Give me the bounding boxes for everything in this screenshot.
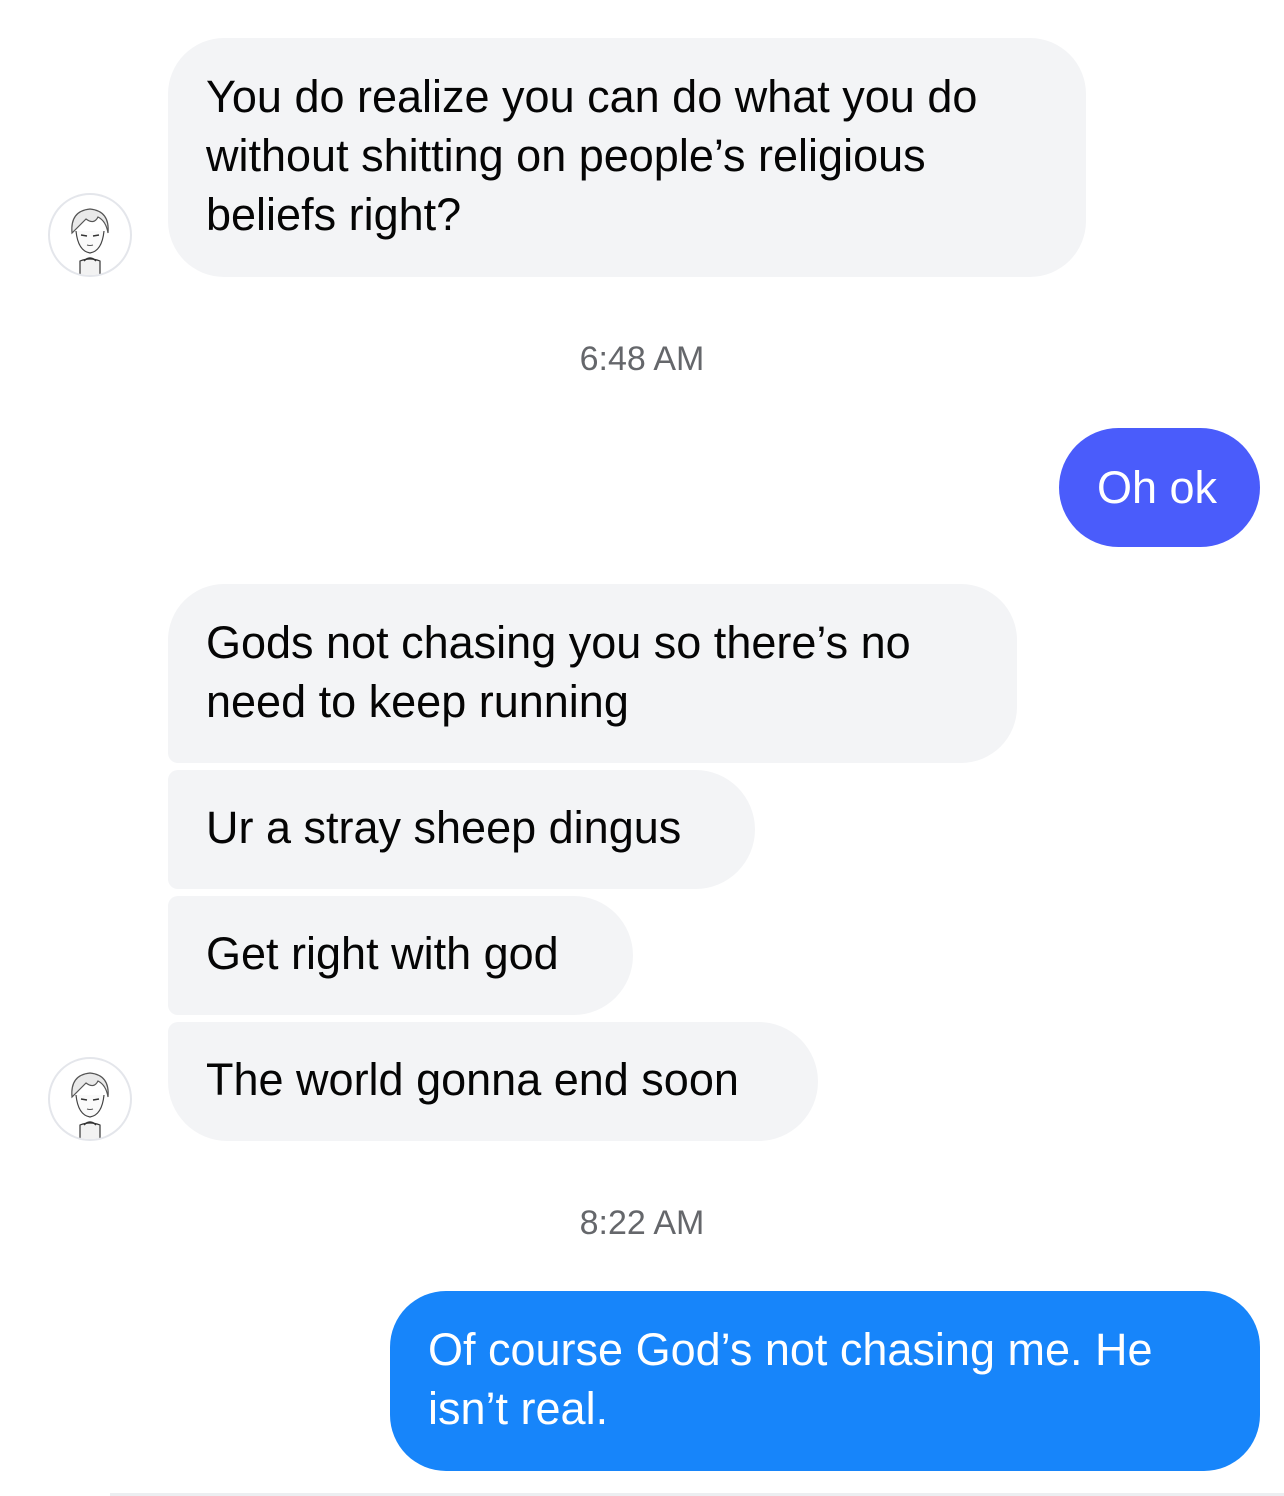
message-text: Get right with god	[206, 928, 559, 979]
message-text: Oh ok	[1097, 462, 1218, 513]
incoming-message[interactable]: The world gonna end soon	[168, 1022, 818, 1141]
contact-avatar[interactable]	[48, 1057, 132, 1141]
incoming-message[interactable]: Ur a stray sheep dingus	[168, 770, 755, 889]
message-text: Of course God’s not chasing me. He isn’t…	[428, 1324, 1153, 1434]
incoming-message[interactable]: Gods not chasing you so there’s no need …	[168, 584, 1017, 763]
outgoing-message[interactable]: Of course God’s not chasing me. He isn’t…	[390, 1291, 1260, 1471]
message-text: Gods not chasing you so there’s no need …	[206, 617, 911, 727]
contact-avatar[interactable]	[48, 193, 132, 277]
anime-profile-avatar-icon	[71, 208, 109, 275]
timestamp: 6:48 AM	[579, 340, 705, 378]
incoming-message[interactable]: You do realize you can do what you do wi…	[168, 38, 1086, 277]
incoming-message[interactable]: Get right with god	[168, 896, 633, 1015]
message-text: Ur a stray sheep dingus	[206, 802, 682, 853]
anime-profile-avatar-icon	[71, 1072, 109, 1139]
message-text: The world gonna end soon	[206, 1054, 739, 1105]
outgoing-message[interactable]: Oh ok	[1059, 428, 1260, 547]
timestamp: 8:22 AM	[579, 1204, 705, 1242]
message-text: You do realize you can do what you do wi…	[206, 71, 978, 240]
